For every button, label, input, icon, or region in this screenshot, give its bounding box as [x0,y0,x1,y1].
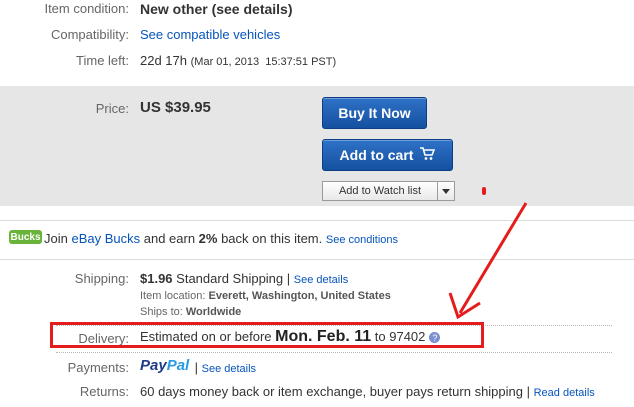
returns-separator: | [523,384,534,399]
buy-it-now-label: Buy It Now [338,105,411,121]
buy-it-now-button[interactable]: Buy It Now [322,97,427,129]
price-label: Price: [95,101,129,116]
shipping-method: Standard Shipping [176,271,284,286]
ships-to-value: Worldwide [185,306,242,318]
compatibility-label: Compatibility: [50,27,129,42]
paypal-logo: PayPal [140,357,189,374]
shipping-cost: $1.96 [140,271,173,286]
payments-details: | See details [191,360,256,375]
ebay-bucks-link[interactable]: eBay Bucks [71,231,140,246]
ebay-bucks-text: Join eBay Bucks and earn 2% back on this… [44,231,398,246]
bucks-suffix: back on this item. [217,231,323,246]
shipping-see-details-link[interactable]: See details [294,274,348,286]
item-location-label: Item location: [140,290,206,302]
item-location-line: Item location: Everett, Washington, Unit… [140,290,391,302]
shipping-line: $1.96 Standard Shipping | See details [140,271,348,286]
paypal-logo-pal: Pal [166,357,190,374]
annotation-highlight-box [50,322,484,348]
see-compatible-vehicles-link[interactable]: See compatible vehicles [140,27,280,42]
add-to-watch-list-label: Add to Watch list [338,185,422,197]
bucks-prefix: Join [44,231,72,246]
ships-to-line: Ships to: Worldwide [140,306,241,318]
payments-separator: | [191,360,202,375]
ships-to-label: Ships to: [140,306,183,318]
time-left-label: Time left: [76,53,129,68]
time-left-date: (Mar 01, 2013 15:37:51 PST) [190,56,337,68]
paypal-logo-pay: Pay [140,357,167,374]
item-condition-label: Item condition: [44,1,129,16]
add-to-watch-list-button[interactable]: Add to Watch list [322,181,455,201]
item-location-value: Everett, Washington, United States [208,290,391,302]
annotation-dot [482,187,486,195]
payments-label: Payments: [67,360,129,375]
bucks-badge: Bucks [9,230,42,244]
read-details-link[interactable]: Read details [534,387,595,399]
bucks-middle: and earn [140,231,199,246]
returns-line: 60 days money back or item exchange, buy… [140,384,595,399]
item-condition-value: New other (see details) [140,1,293,17]
see-conditions-link[interactable]: See conditions [326,234,398,246]
time-left-remaining: 22d 17h [140,53,187,68]
price-value: US $39.95 [140,99,211,116]
divider [56,352,612,353]
returns-value: 60 days money back or item exchange, buy… [140,384,523,399]
shipping-label: Shipping: [74,271,129,286]
add-to-cart-button[interactable]: Add to cart [322,139,453,171]
shopping-cart-icon [419,146,436,164]
bucks-percent: 2% [198,231,218,246]
add-to-cart-label: Add to cart [339,147,414,163]
annotation-arrow [448,202,528,320]
returns-label: Returns: [79,384,129,399]
payments-see-details-link[interactable]: See details [202,363,256,375]
time-left-value: 22d 17h (Mar 01, 2013 15:37:51 PST) [140,53,336,68]
shipping-separator: | [283,271,294,286]
